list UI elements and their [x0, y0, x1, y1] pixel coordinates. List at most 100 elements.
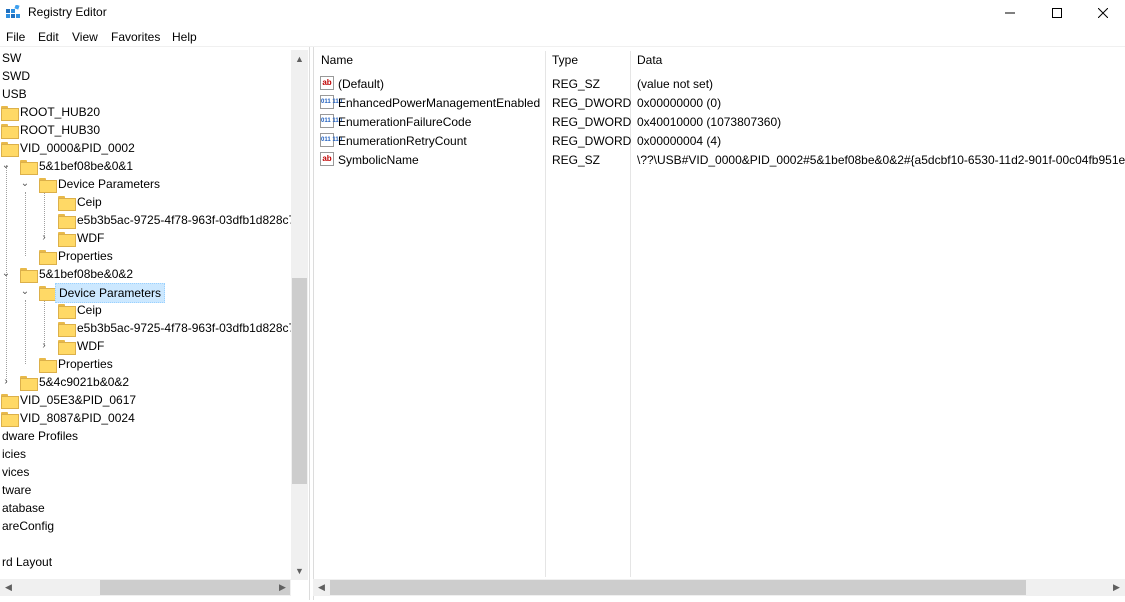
- scroll-right-arrow-icon[interactable]: ▶: [274, 579, 291, 596]
- folder-icon: [20, 268, 38, 283]
- scroll-up-arrow-icon[interactable]: ▲: [291, 50, 308, 67]
- close-icon: [1098, 8, 1108, 18]
- tree-item[interactable]: areConfig: [0, 517, 290, 535]
- registry-tree-pane[interactable]: SW SWD USB ROOT_HUB20 ROOT_HUB30 VID_0000&PID…: [0, 47, 310, 600]
- tree-item-label: ROOT_HUB30: [20, 123, 101, 137]
- scroll-down-arrow-icon[interactable]: ▼: [291, 562, 308, 579]
- scroll-left-arrow-icon[interactable]: ◀: [0, 579, 17, 596]
- folder-icon: [39, 286, 57, 301]
- tree-item-label: VID_0000&PID_0002: [20, 141, 135, 155]
- tree-item[interactable]: VID_05E3&PID_0617: [0, 391, 290, 409]
- tree-item-label: rd Layout: [2, 555, 53, 569]
- tree-item[interactable]: Ceip: [0, 301, 290, 319]
- tree-item[interactable]: VID_8087&PID_0024: [0, 409, 290, 427]
- tree-item-label: 5&1bef08be&0&2: [39, 267, 134, 281]
- chevron-right-icon[interactable]: ›: [1, 375, 11, 389]
- tree-item[interactable]: e5b3b5ac-9725-4f78-963f-03dfb1d828c7: [0, 319, 295, 337]
- tree-item[interactable]: ⌄ 5&1bef08be&0&2: [0, 265, 290, 283]
- folder-icon: [58, 304, 76, 319]
- tree-item-label: Device Parameters: [55, 283, 166, 303]
- value-name: EnumerationFailureCode: [338, 115, 472, 129]
- folder-icon: [1, 142, 19, 157]
- registry-editor-app-icon: [6, 5, 20, 18]
- tree-item[interactable]: ⌄ 5&1bef08be&0&1: [0, 157, 290, 175]
- folder-icon: [1, 412, 19, 427]
- column-header-name[interactable]: Name: [321, 53, 353, 67]
- menu-view[interactable]: View: [72, 30, 98, 44]
- tree-item-label: e5b3b5ac-9725-4f78-963f-03dfb1d828c7: [77, 213, 296, 227]
- tree-item[interactable]: SWD: [0, 67, 290, 85]
- tree-item[interactable]: › 5&4c9021b&0&2: [0, 373, 290, 391]
- tree-item-label: WDF: [77, 231, 105, 245]
- chevron-right-icon[interactable]: ›: [39, 231, 49, 245]
- scroll-left-arrow-icon[interactable]: ◀: [313, 579, 330, 596]
- tree-item[interactable]: Properties: [0, 355, 290, 373]
- value-data: 0x00000000 (0): [637, 96, 722, 110]
- menu-help[interactable]: Help: [172, 30, 197, 44]
- tree-item[interactable]: vices: [0, 463, 290, 481]
- value-row[interactable]: ab SymbolicName REG_SZ \??\USB#VID_0000&PID…: [314, 150, 1125, 169]
- tree-item[interactable]: SW: [0, 49, 290, 67]
- tree-item[interactable]: tware: [0, 481, 290, 499]
- tree-item[interactable]: VID_0000&PID_0002: [0, 139, 290, 157]
- chevron-down-icon[interactable]: ⌄: [1, 267, 11, 281]
- tree-item[interactable]: USB: [0, 85, 290, 103]
- window-title: Registry Editor: [28, 5, 107, 19]
- minimize-button[interactable]: [987, 0, 1033, 26]
- value-row[interactable]: 011 110 EnumerationFailureCode REG_DWORD 0x…: [314, 112, 1124, 131]
- maximize-button[interactable]: [1034, 0, 1080, 26]
- tree-item[interactable]: Ceip: [0, 193, 290, 211]
- close-button[interactable]: [1080, 0, 1125, 26]
- tree-item[interactable]: ⌄ Device Parameters: [0, 283, 290, 303]
- tree-horizontal-scroll-thumb[interactable]: [100, 580, 290, 595]
- maximize-icon: [1052, 8, 1062, 18]
- tree-item-label: USB: [2, 87, 27, 101]
- column-header-data[interactable]: Data: [637, 53, 662, 67]
- tree-item[interactable]: [0, 535, 290, 553]
- value-row[interactable]: 011 110 EnumerationRetryCount REG_DWORD 0x0…: [314, 131, 1124, 150]
- tree-item[interactable]: rd Layout: [0, 553, 290, 571]
- chevron-down-icon[interactable]: ⌄: [20, 285, 30, 299]
- chevron-down-icon[interactable]: ⌄: [1, 159, 11, 173]
- tree-item-label: e5b3b5ac-9725-4f78-963f-03dfb1d828c7: [77, 321, 296, 335]
- menu-favorites[interactable]: Favorites: [111, 30, 160, 44]
- list-horizontal-scroll-thumb[interactable]: [330, 580, 1026, 595]
- tree-item[interactable]: Properties: [0, 247, 290, 265]
- tree-vertical-scroll-thumb[interactable]: [292, 278, 307, 484]
- column-header-type[interactable]: Type: [552, 53, 578, 67]
- value-name: EnhancedPowerManagementEnabled: [338, 96, 541, 110]
- value-type: REG_DWORD: [552, 96, 632, 110]
- tree-item[interactable]: › WDF: [0, 229, 290, 247]
- tree-item-label: Device Parameters: [58, 177, 161, 191]
- tree-item-label: dware Profiles: [2, 429, 79, 443]
- chevron-right-icon[interactable]: ›: [39, 339, 49, 353]
- tree-item[interactable]: dware Profiles: [0, 427, 290, 445]
- value-data: \??\USB#VID_0000&PID_0002#5&1bef08be&0&2…: [637, 153, 1125, 167]
- value-data: 0x40010000 (1073807360): [637, 115, 782, 129]
- value-row[interactable]: ab (Default) REG_SZ (value not set): [314, 74, 1124, 93]
- tree-item[interactable]: ROOT_HUB20: [0, 103, 290, 121]
- tree-item[interactable]: atabase: [0, 499, 290, 517]
- value-type: REG_SZ: [552, 153, 601, 167]
- menu-file[interactable]: File: [6, 30, 25, 44]
- value-name: EnumerationRetryCount: [338, 134, 467, 148]
- tree-item[interactable]: e5b3b5ac-9725-4f78-963f-03dfb1d828c7: [0, 211, 295, 229]
- value-row[interactable]: 011 110 EnhancedPowerManagementEnabled REG…: [314, 93, 1124, 112]
- values-list-pane[interactable]: Name Type Data ab (Default) REG_SZ (value n…: [313, 47, 1125, 600]
- tree-item-label: SW: [2, 51, 22, 65]
- value-type: REG_SZ: [552, 77, 601, 91]
- chevron-down-icon[interactable]: ⌄: [20, 177, 30, 191]
- value-data: (value not set): [637, 77, 714, 91]
- tree-item[interactable]: icies: [0, 445, 290, 463]
- menu-edit[interactable]: Edit: [38, 30, 59, 44]
- scroll-right-arrow-icon[interactable]: ▶: [1108, 579, 1125, 596]
- tree-item[interactable]: ROOT_HUB30: [0, 121, 290, 139]
- tree-item[interactable]: ⌄ Device Parameters: [0, 175, 290, 193]
- folder-icon: [58, 196, 76, 211]
- binary-value-icon: 011 110: [320, 114, 342, 128]
- folder-icon: [1, 394, 19, 409]
- title-bar: Registry Editor: [0, 0, 1125, 26]
- folder-icon: [20, 376, 38, 391]
- folder-icon: [1, 124, 19, 139]
- tree-item[interactable]: › WDF: [0, 337, 290, 355]
